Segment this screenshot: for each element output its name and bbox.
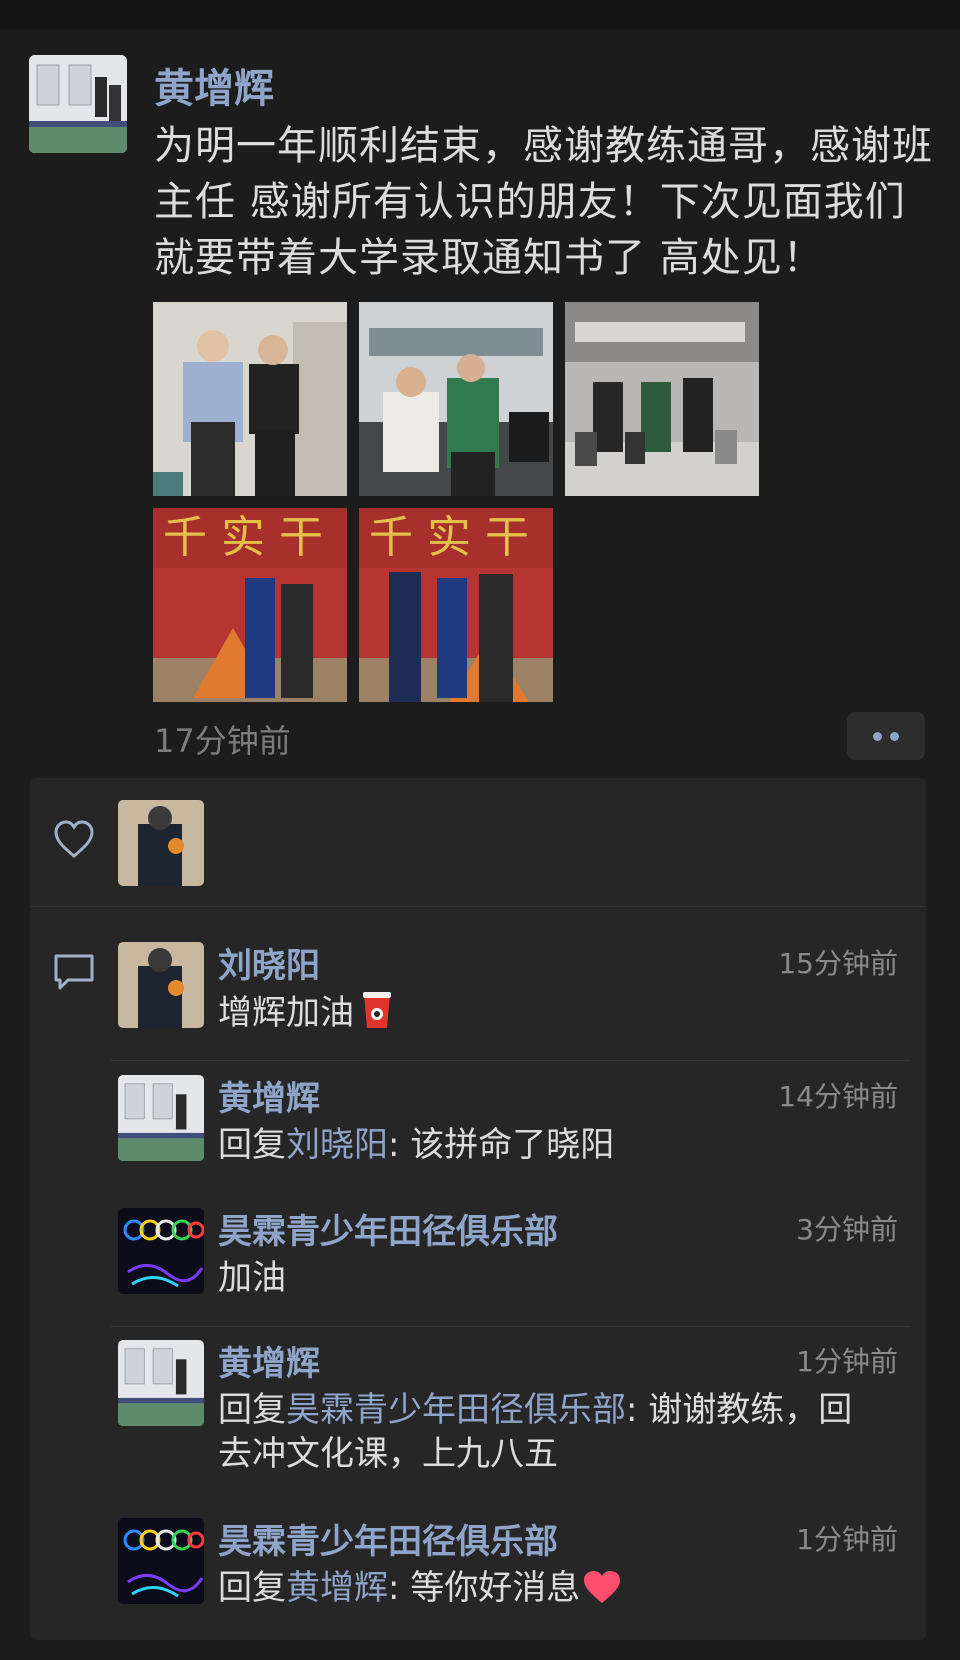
comment-text: 加油 [218,1256,878,1300]
reply-to-name[interactable]: 刘晓阳 [286,1125,388,1165]
heart-outline-icon [54,820,94,858]
comment-time: 15分钟前 [778,947,898,980]
comment-text: 增辉加油 [218,990,878,1035]
photo-4[interactable]: 千 实 干 [153,508,347,702]
commenter-name[interactable]: 昊霖青少年田径俱乐部 [218,1514,558,1563]
reply-prefix: 回复 [218,1125,286,1165]
commenter-name[interactable]: 黄增辉 [218,1336,320,1385]
comment-text: 回复刘晓阳: 该拼命了晓阳 [218,1123,878,1167]
comment-divider [110,1060,910,1061]
comment-time: 1分钟前 [796,1523,898,1556]
comment-body: : 该拼命了晓阳 [388,1125,615,1165]
comment-body: 加油 [218,1258,286,1298]
comment-item[interactable]: 昊霖青少年田径俱乐部 3分钟前 加油 [118,1208,898,1298]
panel-divider [30,906,926,907]
comment-body: : 等你好消息 [388,1568,581,1608]
reply-prefix: 回复 [218,1390,286,1430]
dot-icon [873,731,882,741]
photo-2[interactable] [359,302,553,496]
reply-to-name[interactable]: 黄增辉 [286,1568,388,1608]
comment-item[interactable]: 昊霖青少年田径俱乐部 1分钟前 回复黄增辉: 等你好消息 [118,1518,898,1608]
more-options-button[interactable] [847,712,925,760]
commenter-avatar[interactable] [118,1340,204,1426]
commenter-avatar[interactable] [118,942,204,1028]
heart-icon [584,1571,621,1603]
comment-item[interactable]: 刘晓阳 15分钟前 增辉加油 [118,942,898,1035]
liker-avatar[interactable] [118,800,204,886]
comment-divider [110,1326,910,1327]
svg-text:千 实 干: 千 实 干 [369,512,529,563]
post-time: 17分钟前 [154,722,291,760]
cup-icon [363,992,391,1028]
comment-item[interactable]: 黄增辉 1分钟前 回复昊霖青少年田径俱乐部: 谢谢教练，回去冲文化课，上九八五 [118,1340,898,1474]
reply-to-name[interactable]: 昊霖青少年田径俱乐部 [286,1390,626,1430]
dot-icon [890,731,899,741]
photo-1[interactable] [153,302,347,496]
commenter-name[interactable]: 黄增辉 [218,1071,320,1120]
status-bar [0,0,960,30]
comment-text: 回复黄增辉: 等你好消息 [218,1566,878,1610]
commenter-name[interactable]: 昊霖青少年田径俱乐部 [218,1204,558,1253]
comment-item[interactable]: 黄增辉 14分钟前 回复刘晓阳: 该拼命了晓阳 [118,1075,898,1165]
commenter-avatar[interactable] [118,1518,204,1604]
comment-time: 14分钟前 [778,1080,898,1113]
commenter-avatar[interactable] [118,1208,204,1294]
post-author-name[interactable]: 黄增辉 [154,56,274,114]
comment-text: 回复昊霖青少年田径俱乐部: 谢谢教练，回去冲文化课，上九八五 [218,1388,878,1476]
commenter-avatar[interactable] [118,1075,204,1161]
comment-body: 增辉加油 [218,993,354,1033]
svg-text:千 实 干: 千 实 干 [163,512,323,563]
author-avatar[interactable] [29,55,127,153]
photo-3[interactable] [565,302,759,496]
comment-icon [54,954,94,990]
post-text: 为明一年顺利结束，感谢教练通哥，感谢班主任 感谢所有认识的朋友！下次见面我们就要… [154,123,933,281]
comment-time: 3分钟前 [796,1213,898,1246]
reply-prefix: 回复 [218,1568,286,1608]
comment-time: 1分钟前 [796,1345,898,1378]
commenter-name[interactable]: 刘晓阳 [218,938,320,987]
photo-5[interactable]: 千 实 干 [359,508,553,702]
